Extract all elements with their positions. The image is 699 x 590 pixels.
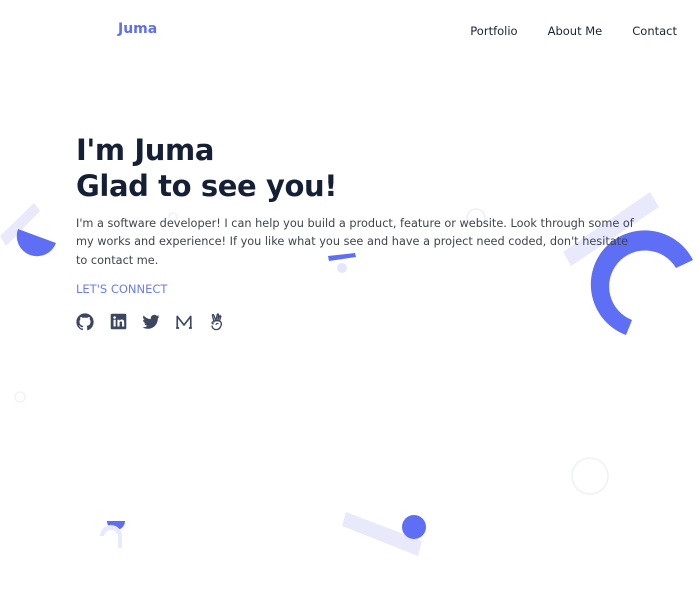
deco-blue-dot: [402, 515, 426, 539]
social-links: [76, 313, 636, 331]
top-nav: Portfolio About Me Contact: [470, 24, 677, 38]
hero-heading-line-1: I'm Juma: [76, 133, 215, 167]
deco-arc-bottom: [100, 525, 122, 548]
hero-section: I'm Juma Glad to see you! I'm a software…: [76, 132, 636, 331]
hero-heading: I'm Juma Glad to see you!: [76, 132, 636, 204]
deco-tiny-ring: [14, 391, 26, 403]
deco-half-circle-left: [16, 229, 57, 257]
github-link[interactable]: [76, 313, 94, 331]
nav-link-contact[interactable]: Contact: [632, 24, 677, 38]
linkedin-link[interactable]: [109, 313, 127, 331]
angellist-icon: [211, 313, 222, 331]
linkedin-icon: [110, 314, 126, 330]
logo-link[interactable]: Juma: [118, 21, 157, 37]
deco-large-ring: [571, 457, 609, 495]
medium-link[interactable]: [175, 313, 193, 331]
twitter-link[interactable]: [142, 313, 160, 331]
nav-link-about-me[interactable]: About Me: [548, 24, 603, 38]
lets-connect-link[interactable]: LET'S CONNECT: [76, 282, 167, 296]
nav-link-portfolio[interactable]: Portfolio: [470, 24, 517, 38]
hero-description: I'm a software developer! I can help you…: [76, 217, 634, 267]
hero-heading-line-2: Glad to see you!: [76, 169, 338, 203]
github-icon: [76, 313, 94, 331]
angellist-link[interactable]: [208, 313, 226, 331]
twitter-icon: [142, 314, 160, 329]
medium-icon: [176, 315, 192, 329]
